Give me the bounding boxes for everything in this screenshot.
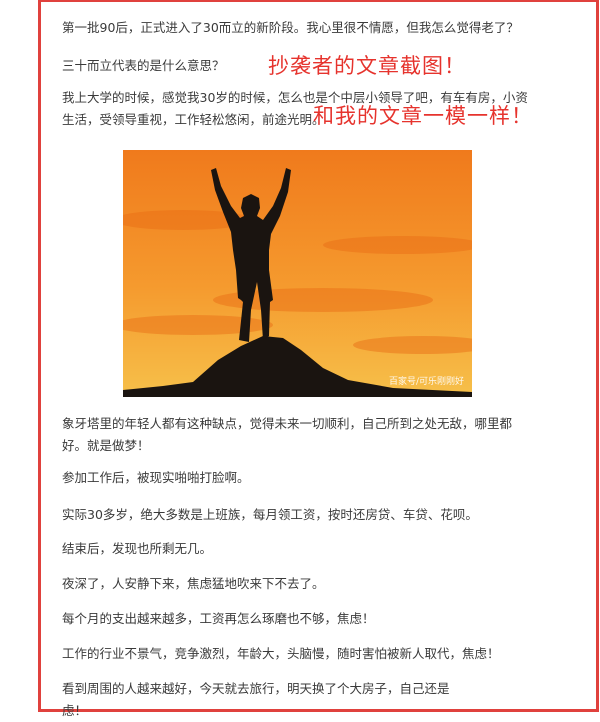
paragraph-6: 实际30多岁，绝大多数是上班族，每月领工资，按时还房贷、车贷、花呗。 (62, 507, 478, 522)
paragraph-9: 每个月的支出越来越多，工资再怎么琢磨也不够，焦虑！ (62, 611, 375, 626)
image-watermark: 百家号/可乐刚刚好 (388, 377, 464, 387)
paragraph-7: 结束后，发现也所剩无几。 (62, 541, 213, 556)
paragraph-5: 参加工作后，被现实啪啪打脸啊。 (62, 470, 250, 485)
article-photo: 百家号/可乐刚刚好 (123, 150, 472, 397)
annotation-identical-article: 和我的文章一模一样！ (313, 104, 533, 128)
paragraph-4: 象牙塔里的年轻人都有这种缺点，觉得未来一切顺利，自己所到之处无敌，哪里都好。就是… (62, 416, 513, 453)
paragraph-8: 夜深了，人安静下来，焦虑猛地吹来下不去了。 (62, 576, 325, 591)
paragraph-1: 第一批90后，正式进入了30而立的新阶段。我心里很不情愿，但我怎么觉得老了？ (62, 20, 519, 35)
paragraph-11: 看到周围的人越来越好，今天就去旅行，明天换了个大房子，自己还是虑！ (62, 681, 450, 718)
annotation-plagiarist-screenshot: 抄袭者的文章截图！ (268, 54, 466, 78)
paragraph-10: 工作的行业不景气，竞争激烈，年龄大，头脑慢，随时害怕被新人取代，焦虑！ (62, 646, 500, 661)
sunset-silhouette-image (123, 150, 472, 397)
